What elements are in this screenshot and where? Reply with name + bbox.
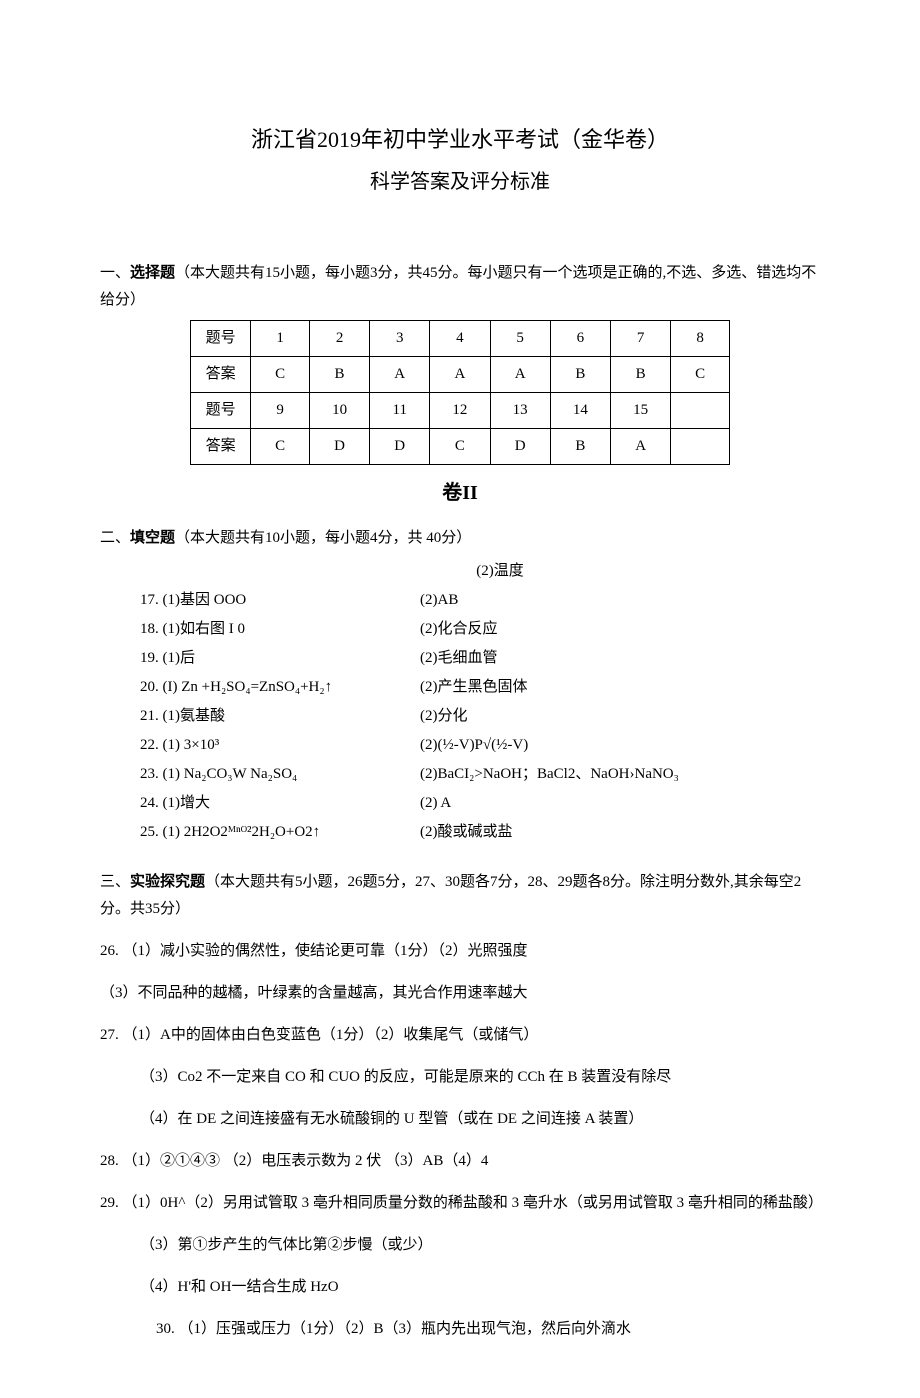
fill-item: (2)化合反应 [420, 616, 760, 643]
q27-line1: 27. （1）A中的固体由白色变蓝色（1分）（2）收集尾气（或储气） [100, 1022, 820, 1049]
cell: A [611, 428, 671, 464]
row-label: 答案 [191, 356, 251, 392]
cell: 5 [490, 320, 550, 356]
cell: A [490, 356, 550, 392]
section2-rest: （本大题共有10小题，每小题4分，共 40分） [175, 530, 471, 546]
q28-line: 28. （1）②①④③ （2）电压表示数为 2 伏 （3）AB（4）4 [100, 1148, 820, 1175]
fill-right-col: (2)AB (2)化合反应 (2)毛细血管 (2)产生黑色固体 (2)分化 (2… [420, 585, 760, 848]
section2-bold: 填空题 [130, 530, 175, 546]
fill-item: 18. (1)如右图 I 0 [140, 616, 420, 643]
fill-item: (2)产生黑色固体 [420, 674, 760, 701]
cell: 6 [550, 320, 610, 356]
fill-item: (2) A [420, 790, 760, 817]
table-row: 题号 1 2 3 4 5 6 7 8 [191, 320, 730, 356]
cell [671, 428, 730, 464]
q27-line3: （4）在 DE 之间连接盛有无水硫酸铜的 U 型管（或在 DE 之间连接 A 装… [140, 1106, 820, 1133]
cell: 13 [490, 392, 550, 428]
q30-line: 30. （1）压强或压力（1分）（2）B（3）瓶内先出现气泡，然后向外滴水 [156, 1316, 820, 1343]
q27-line2: （3）Co2 不一定来自 CO 和 CUO 的反应，可能是原来的 CCh 在 B… [140, 1064, 820, 1091]
cell [671, 392, 730, 428]
table-row: 答案 C D D C D B A [191, 428, 730, 464]
q29-line2: （3）第①步产生的气体比第②步慢（或少） [140, 1232, 820, 1259]
cell: B [611, 356, 671, 392]
cell: 1 [251, 320, 310, 356]
cell: 11 [370, 392, 430, 428]
cell: 15 [611, 392, 671, 428]
section1-rest: （本大题共有15小题，每小题3分，共45分。每小题只有一个选项是正确的,不选、多… [100, 265, 816, 308]
row-label: 题号 [191, 320, 251, 356]
fill-item: (2)BaCI₂>NaOH；BaCl2、NaOH›NaNO₃ [420, 761, 760, 788]
fill-item: (2)酸或碱或盐 [420, 819, 760, 846]
cell: A [370, 356, 430, 392]
q29-line3: （4）H'和 OH一结合生成 HzO [140, 1274, 820, 1301]
cell: 10 [309, 392, 369, 428]
q29-line1: 29. （1）0H^（2）另用试管取 3 亳升相同质量分数的稀盐酸和 3 亳升水… [100, 1190, 820, 1217]
cell: D [309, 428, 369, 464]
fill-item: 17. (1)基因 OOO [140, 587, 420, 614]
cell: B [550, 428, 610, 464]
cell: C [251, 428, 310, 464]
fill-item: 21. (1)氨基酸 [140, 703, 420, 730]
q26-line1: 26. （1）减小实验的偶然性，使结论更可靠（1分）（2）光照强度 [100, 938, 820, 965]
fill-item: (2)毛细血管 [420, 645, 760, 672]
cell: 9 [251, 392, 310, 428]
cell: C [671, 356, 730, 392]
fill-wrap: 17. (1)基因 OOO 18. (1)如右图 I 0 19. (1)后 20… [140, 585, 820, 865]
cell: D [490, 428, 550, 464]
section1-bold: 选择题 [130, 265, 175, 281]
fill-item: (2)(½-V)P√(½-V) [420, 732, 760, 759]
cell: C [251, 356, 310, 392]
cell: 14 [550, 392, 610, 428]
section3-prefix: 三、 [100, 874, 130, 890]
fill-item: 22. (1) 3×10³ [140, 732, 420, 759]
section3-head: 三、实验探究题（本大题共有5小题，26题5分，27、30题各7分，28、29题各… [100, 869, 820, 923]
cell: 3 [370, 320, 430, 356]
fill-item: 23. (1) Na₂CO₃W Na₂SO₄ [140, 761, 420, 788]
table-row: 答案 C B A A A B B C [191, 356, 730, 392]
fill-item: 24. (1)增大 [140, 790, 420, 817]
fill-item: 25. (1) 2H2O2ᴹⁿᴼ²2H₂O+O2↑ [140, 819, 420, 846]
cell: A [430, 356, 490, 392]
section1-head: 一、选择题（本大题共有15小题，每小题3分，共45分。每小题只有一个选项是正确的… [100, 260, 820, 314]
juan2-heading: 卷II [100, 475, 820, 511]
cell: 4 [430, 320, 490, 356]
fill-item: (2)分化 [420, 703, 760, 730]
cell: 8 [671, 320, 730, 356]
section2-head: 二、填空题（本大题共有10小题，每小题4分，共 40分） [100, 525, 820, 552]
cell: D [370, 428, 430, 464]
fill-top-right: (2)温度 [180, 558, 820, 585]
cell: B [309, 356, 369, 392]
cell: 2 [309, 320, 369, 356]
cell: B [550, 356, 610, 392]
section2-prefix: 二、 [100, 530, 130, 546]
fill-item: 20. (I) Zn +H₂SO₄=ZnSO₄+H₂↑ [140, 674, 420, 701]
cell: 7 [611, 320, 671, 356]
fill-item: (2)AB [420, 587, 760, 614]
section3-rest: （本大题共有5小题，26题5分，27、30题各7分，28、29题各8分。除注明分… [100, 874, 801, 917]
row-label: 答案 [191, 428, 251, 464]
fill-item: 19. (1)后 [140, 645, 420, 672]
cell: 12 [430, 392, 490, 428]
q26-line2: （3）不同品种的越橘，叶绿素的含量越高，其光合作用速率越大 [100, 980, 820, 1007]
answer-table: 题号 1 2 3 4 5 6 7 8 答案 C B A A A B B C 题号… [190, 320, 730, 465]
exam-subtitle: 科学答案及评分标准 [100, 164, 820, 200]
exam-title: 浙江省2019年初中学业水平考试（金华卷） [100, 120, 820, 160]
section3-bold: 实验探究题 [130, 874, 205, 890]
cell: C [430, 428, 490, 464]
fill-left-col: 17. (1)基因 OOO 18. (1)如右图 I 0 19. (1)后 20… [140, 585, 420, 848]
section1-prefix: 一、 [100, 265, 130, 281]
row-label: 题号 [191, 392, 251, 428]
table-row: 题号 9 10 11 12 13 14 15 [191, 392, 730, 428]
